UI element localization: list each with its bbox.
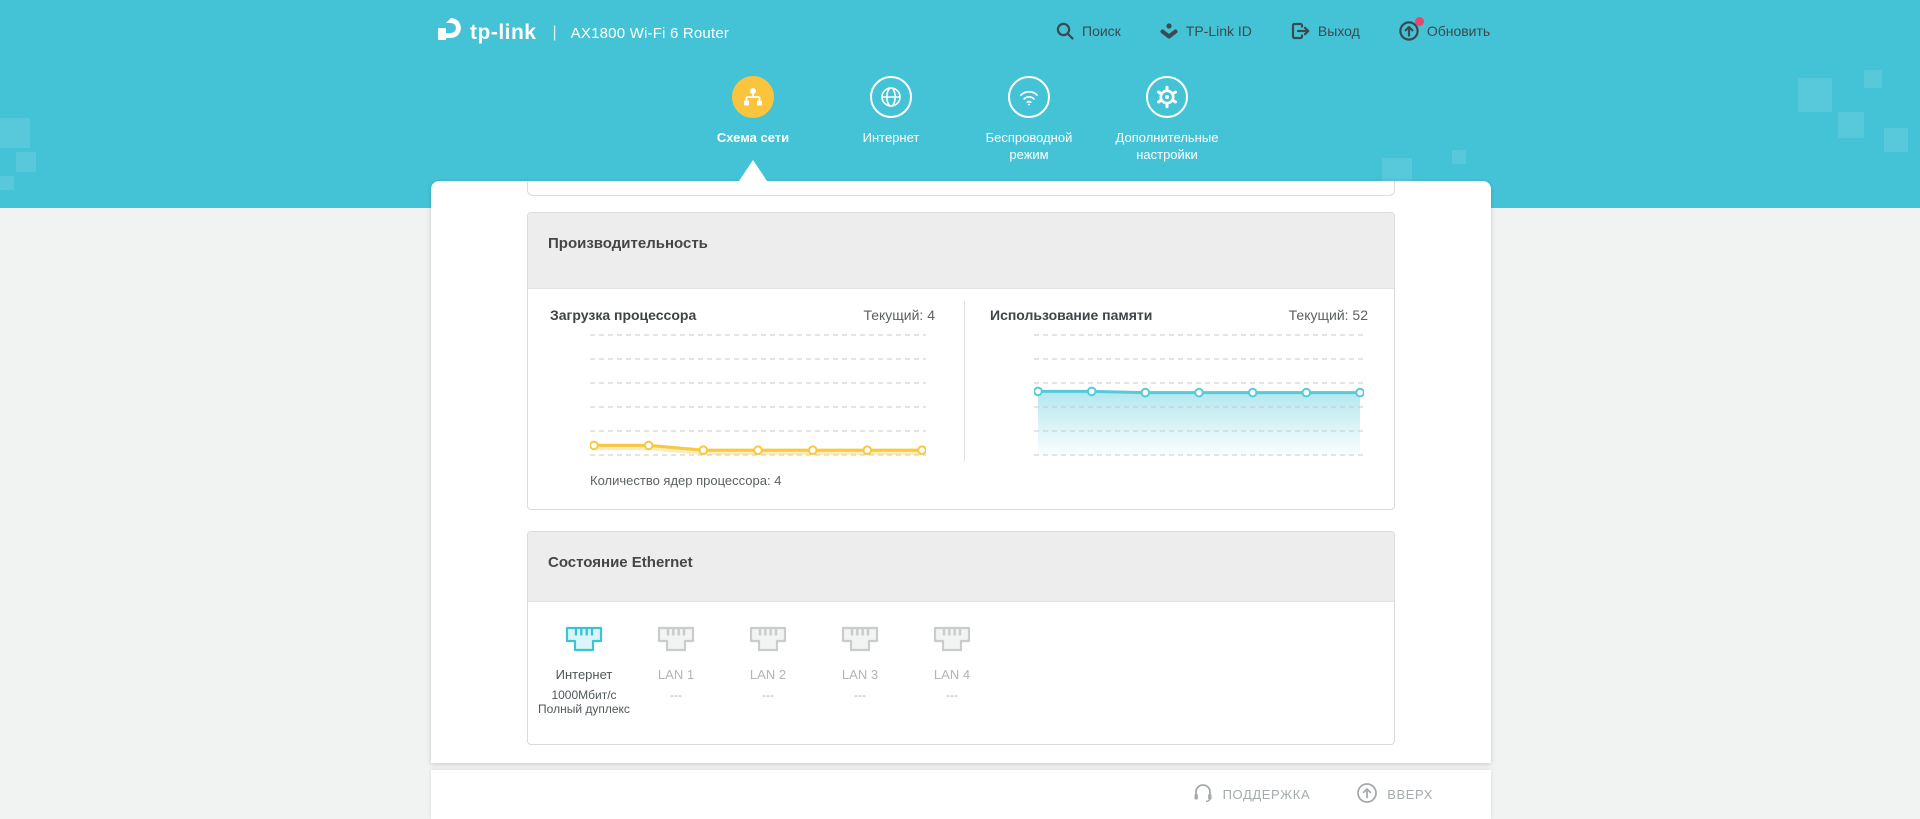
tab-network-map[interactable]: Схема сети (684, 76, 822, 147)
network-map-icon (732, 76, 774, 118)
port-lan4: LAN 4 --- (906, 626, 998, 717)
footer-bar: ПОДДЕРЖКА ВВЕРХ (431, 770, 1491, 819)
port-lan2: LAN 2 --- (722, 626, 814, 717)
port-label: LAN 2 (750, 667, 786, 682)
tab-wireless[interactable]: Беспроводной режим (960, 76, 1098, 164)
brand-separator: | (553, 24, 557, 42)
port-status: --- (854, 688, 866, 702)
cpu-cores-note: Количество ядер процессора: 4 (590, 473, 781, 488)
tplink-logo-icon (431, 15, 463, 52)
decor-square (1798, 78, 1832, 112)
ethernet-port-icon (565, 626, 603, 659)
arrow-up-circle-icon (1356, 782, 1378, 807)
ethernet-section: Состояние Ethernet Интернет (527, 531, 1395, 745)
chart-divider (964, 301, 965, 461)
search-button[interactable]: Поиск (1055, 21, 1121, 41)
tab-label: Схема сети (717, 130, 789, 147)
decor-square (1452, 150, 1466, 164)
port-label: LAN 3 (842, 667, 878, 682)
ethernet-port-icon (749, 626, 787, 659)
ethernet-section-header: Состояние Ethernet (528, 532, 1394, 602)
tplink-id-label: TP-Link ID (1186, 23, 1252, 39)
logout-icon (1290, 21, 1311, 41)
cpu-usage-chart (590, 331, 926, 468)
cpu-chart-title: Загрузка процессора (550, 307, 696, 323)
update-notification-badge (1415, 17, 1424, 26)
decor-square (16, 152, 36, 172)
router-model-title: AX1800 Wi-Fi 6 Router (571, 25, 729, 42)
support-button[interactable]: ПОДДЕРЖКА (1192, 782, 1311, 807)
port-lan1: LAN 1 --- (630, 626, 722, 717)
performance-section-header: Производительность (528, 213, 1394, 289)
brand-name: tp-link (470, 21, 537, 45)
tab-internet[interactable]: Интернет (822, 76, 960, 147)
logout-button[interactable]: Выход (1290, 21, 1360, 41)
port-status: --- (762, 688, 774, 702)
support-label: ПОДДЕРЖКА (1223, 787, 1311, 802)
port-label: Интернет (556, 667, 613, 682)
decor-square (0, 118, 30, 148)
top-menu: Поиск TP-Link ID Выход (1055, 0, 1490, 62)
logout-label: Выход (1318, 23, 1360, 39)
performance-section: Производительность Загрузка процессора Т… (527, 212, 1395, 510)
main-nav: Схема сети Интернет Беспров (684, 76, 1236, 164)
port-internet: Интернет 1000Мбит/с Полный дуплекс (538, 626, 630, 717)
scroll-top-label: ВВЕРХ (1387, 787, 1433, 802)
decor-square (1838, 112, 1864, 138)
tplink-id-icon (1159, 21, 1179, 41)
router-admin-page: tp-link | AX1800 Wi-Fi 6 Router Поиск TP… (0, 0, 1920, 819)
tab-label: Интернет (863, 130, 920, 147)
previous-section-edge (527, 181, 1395, 196)
wifi-icon (1008, 76, 1050, 118)
tplink-id-button[interactable]: TP-Link ID (1159, 21, 1252, 41)
memory-current-value: Текущий: 52 (1289, 307, 1368, 323)
port-status: --- (946, 688, 958, 702)
gear-icon (1146, 76, 1188, 118)
port-status: --- (670, 688, 682, 702)
tab-label: Дополнительные настройки (1109, 130, 1225, 164)
memory-chart-title: Использование памяти (990, 307, 1152, 323)
ethernet-title: Состояние Ethernet (548, 554, 693, 571)
ethernet-port-icon (657, 626, 695, 659)
tab-label: Беспроводной режим (971, 130, 1087, 164)
update-icon (1398, 20, 1420, 42)
port-lan3: LAN 3 --- (814, 626, 906, 717)
ethernet-port-icon (841, 626, 879, 659)
port-status: 1000Мбит/с Полный дуплекс (538, 688, 630, 717)
cpu-current-value: Текущий: 4 (863, 307, 935, 323)
brand-block: tp-link | AX1800 Wi-Fi 6 Router (431, 16, 729, 50)
update-button[interactable]: Обновить (1398, 20, 1490, 42)
content-card: Производительность Загрузка процессора Т… (431, 181, 1491, 763)
globe-icon (870, 76, 912, 118)
decor-square (1864, 70, 1882, 88)
update-label: Обновить (1427, 23, 1490, 39)
headset-icon (1192, 782, 1214, 807)
search-icon (1055, 21, 1075, 41)
search-label: Поиск (1082, 23, 1121, 39)
port-label: LAN 1 (658, 667, 694, 682)
memory-usage-chart (1034, 331, 1364, 468)
port-label: LAN 4 (934, 667, 970, 682)
ethernet-port-icon (933, 626, 971, 659)
decor-square (1884, 128, 1908, 152)
ethernet-ports-row: Интернет 1000Мбит/с Полный дуплекс LAN 1 (538, 626, 998, 717)
scroll-top-button[interactable]: ВВЕРХ (1356, 782, 1433, 807)
decor-square (0, 176, 14, 190)
performance-title: Производительность (548, 235, 708, 252)
tab-advanced[interactable]: Дополнительные настройки (1098, 76, 1236, 164)
active-tab-pointer (739, 160, 767, 181)
